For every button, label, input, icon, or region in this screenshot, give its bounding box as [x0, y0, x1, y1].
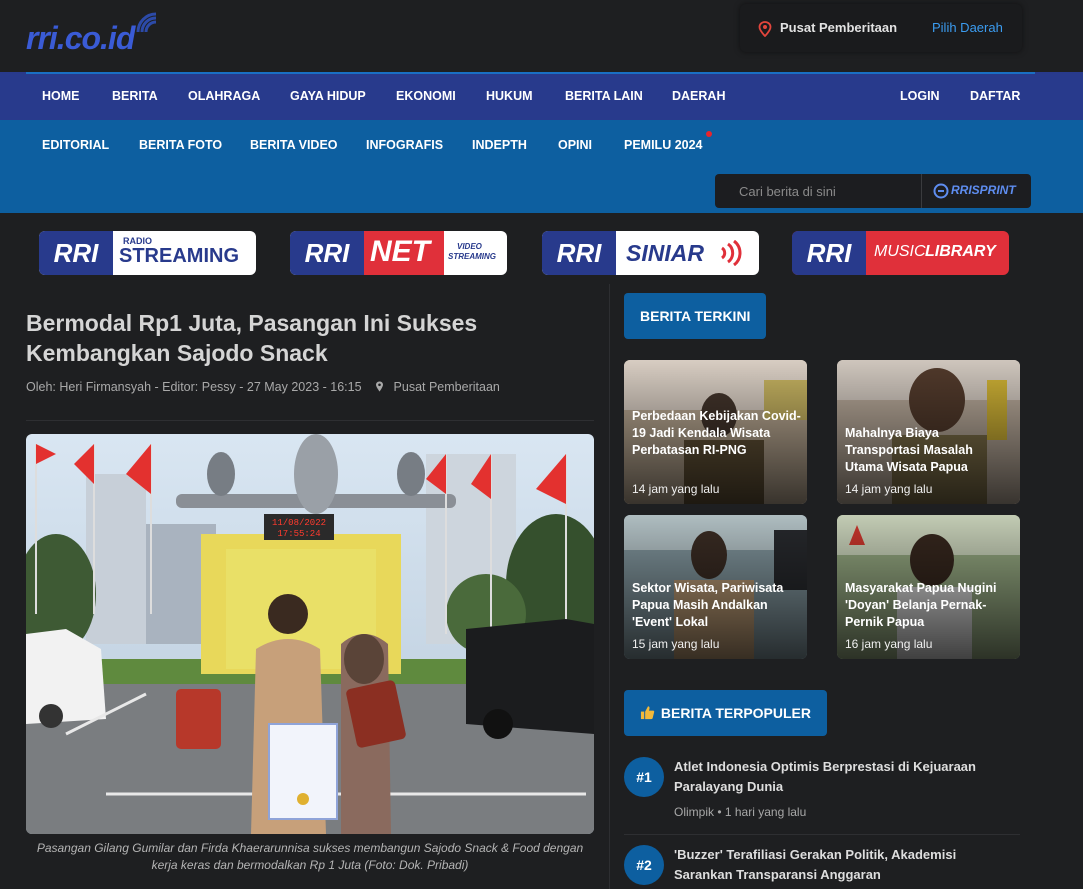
rri-brand: RRI	[542, 231, 616, 275]
banner-rri-net[interactable]: RRI NET VIDEO STREAMING	[290, 231, 507, 275]
banner-main-text: NET	[370, 235, 430, 268]
nav-opini[interactable]: OPINI	[558, 138, 592, 152]
search-input[interactable]	[715, 174, 921, 208]
latest-news-card[interactable]: Sektor Wisata, Pariwisata Papua Masih An…	[624, 515, 807, 659]
article-photo-illustration: 11/08/2022 17:55:24	[26, 434, 594, 834]
top-bar: rri.co.id Pusat Pemberitaan Pilih Daerah	[0, 0, 1083, 72]
secondary-nav: EDITORIAL BERITA FOTO BERITA VIDEO INFOG…	[0, 120, 1083, 213]
rri-brand: RRI	[39, 231, 113, 275]
sound-wave-icon	[720, 240, 742, 266]
popular-meta: Olimpik • 1 hari yang lalu	[674, 805, 807, 819]
news-title: Perbedaan Kebijakan Covid-19 Jadi Kendal…	[632, 409, 801, 457]
rank-badge: #2	[624, 845, 664, 885]
popular-item[interactable]: #1 Atlet Indonesia Optimis Berprestasi d…	[624, 757, 1020, 827]
nav-olahraga[interactable]: OLAHRAGA	[188, 89, 260, 103]
region-selector: Pusat Pemberitaan Pilih Daerah	[740, 4, 1022, 52]
live-dot-indicator	[706, 131, 712, 137]
rank-badge: #1	[624, 757, 664, 797]
sign-time: 17:55:24	[277, 529, 320, 539]
popular-heading-label: BERITA TERPOPULER	[660, 705, 812, 721]
thumbs-up-icon	[640, 706, 655, 720]
popular-divider	[624, 834, 1020, 835]
nav-infografis[interactable]: INFOGRAFIS	[366, 138, 443, 152]
nav-accent-line	[26, 72, 1035, 74]
nav-home[interactable]: HOME	[42, 89, 80, 103]
news-time: 14 jam yang lalu	[845, 482, 933, 496]
login-link[interactable]: LOGIN	[900, 89, 940, 103]
article-title: Bermodal Rp1 Juta, Pasangan Ini Sukses K…	[26, 310, 478, 366]
news-title: Masyarakat Papua Nugini 'Doyan' Belanja …	[845, 581, 997, 629]
news-title: Mahalnya Biaya Transportasi Masalah Utam…	[845, 426, 973, 474]
site-logo[interactable]: rri.co.id	[26, 12, 186, 58]
search-bar: RRISPRINT	[715, 174, 1031, 208]
primary-nav: HOME BERITA OLAHRAGA GAYA HIDUP EKONOMI …	[0, 72, 1083, 120]
article-photo: 11/08/2022 17:55:24	[26, 434, 594, 834]
banner-main-text: STREAMING	[119, 245, 239, 267]
current-region: Pusat Pemberitaan	[780, 20, 898, 35]
popular-news-heading: BERITA TERPOPULER	[624, 690, 828, 736]
banner-music-library[interactable]: RRI MUSIC LIBRARY	[792, 231, 1009, 275]
banner-main-text: MUSIC	[874, 243, 926, 260]
nav-ekonomi[interactable]: EKONOMI	[396, 89, 456, 103]
popular-title: 'Buzzer' Terafiliasi Gerakan Politik, Ak…	[674, 847, 957, 882]
nav-berita-video[interactable]: BERITA VIDEO	[250, 138, 338, 152]
news-time: 15 jam yang lalu	[632, 637, 720, 651]
latest-news-card[interactable]: Perbedaan Kebijakan Covid-19 Jadi Kendal…	[624, 360, 807, 504]
photo-caption: Pasangan Gilang Gumilar dan Firda Khaera…	[36, 841, 584, 872]
column-divider	[609, 284, 610, 889]
news-time: 14 jam yang lalu	[632, 482, 720, 496]
latest-news-card[interactable]: Masyarakat Papua Nugini 'Doyan' Belanja …	[837, 515, 1020, 659]
article-location[interactable]: Pusat Pemberitaan	[394, 380, 500, 394]
article-meta: Oleh: Heri Firmansyah - Editor: Pessy - …	[26, 380, 500, 394]
nav-gaya-hidup[interactable]: GAYA HIDUP	[290, 89, 366, 103]
news-time: 16 jam yang lalu	[845, 637, 933, 651]
logo-text: rri.co.id	[26, 20, 135, 56]
banner-small-text-2: STREAMING	[448, 252, 496, 261]
article-byline: Oleh: Heri Firmansyah - Editor: Pessy - …	[26, 380, 362, 394]
popular-title: Atlet Indonesia Optimis Berprestasi di K…	[674, 759, 976, 794]
nav-editorial[interactable]: EDITORIAL	[42, 138, 109, 152]
banner-main-text: SINIAR	[626, 240, 704, 266]
pick-region-link[interactable]: Pilih Daerah	[932, 20, 1003, 35]
nav-daerah[interactable]: DAERAH	[672, 89, 725, 103]
news-title: Sektor Wisata, Pariwisata Papua Masih An…	[632, 581, 784, 629]
nav-hukum[interactable]: HUKUM	[486, 89, 533, 103]
rrisprint-logo-icon	[933, 183, 949, 199]
nav-berita[interactable]: BERITA	[112, 89, 158, 103]
nav-indepth[interactable]: INDEPTH	[472, 138, 527, 152]
banner-main-text-bold: LIBRARY	[925, 243, 996, 260]
sign-date: 11/08/2022	[272, 518, 326, 528]
latest-news-heading: BERITA TERKINI	[624, 293, 767, 339]
popular-item[interactable]: #2 'Buzzer' Terafiliasi Gerakan Politik,…	[624, 845, 1020, 889]
article-rule	[26, 420, 594, 421]
location-pin-icon	[376, 381, 384, 392]
latest-news-card[interactable]: Mahalnya Biaya Transportasi Masalah Utam…	[837, 360, 1020, 504]
banner-radio-streaming[interactable]: RRI RADIO STREAMING	[39, 231, 256, 275]
nav-berita-lain[interactable]: BERITA LAIN	[565, 89, 643, 103]
search-separator	[921, 174, 922, 208]
rri-brand: RRI	[290, 231, 364, 275]
signal-wave-icon	[136, 12, 157, 33]
nav-pemilu-2024[interactable]: PEMILU 2024	[624, 138, 703, 152]
banner-small-text: VIDEO	[457, 242, 482, 251]
rrisprint-button[interactable]: RRISPRINT	[951, 183, 1016, 197]
rri-brand: RRI	[792, 231, 866, 275]
nav-berita-foto[interactable]: BERITA FOTO	[139, 138, 222, 152]
banner-siniar[interactable]: RRI SINIAR	[542, 231, 759, 275]
register-link[interactable]: DAFTAR	[970, 89, 1020, 103]
location-pin-icon	[758, 21, 772, 37]
